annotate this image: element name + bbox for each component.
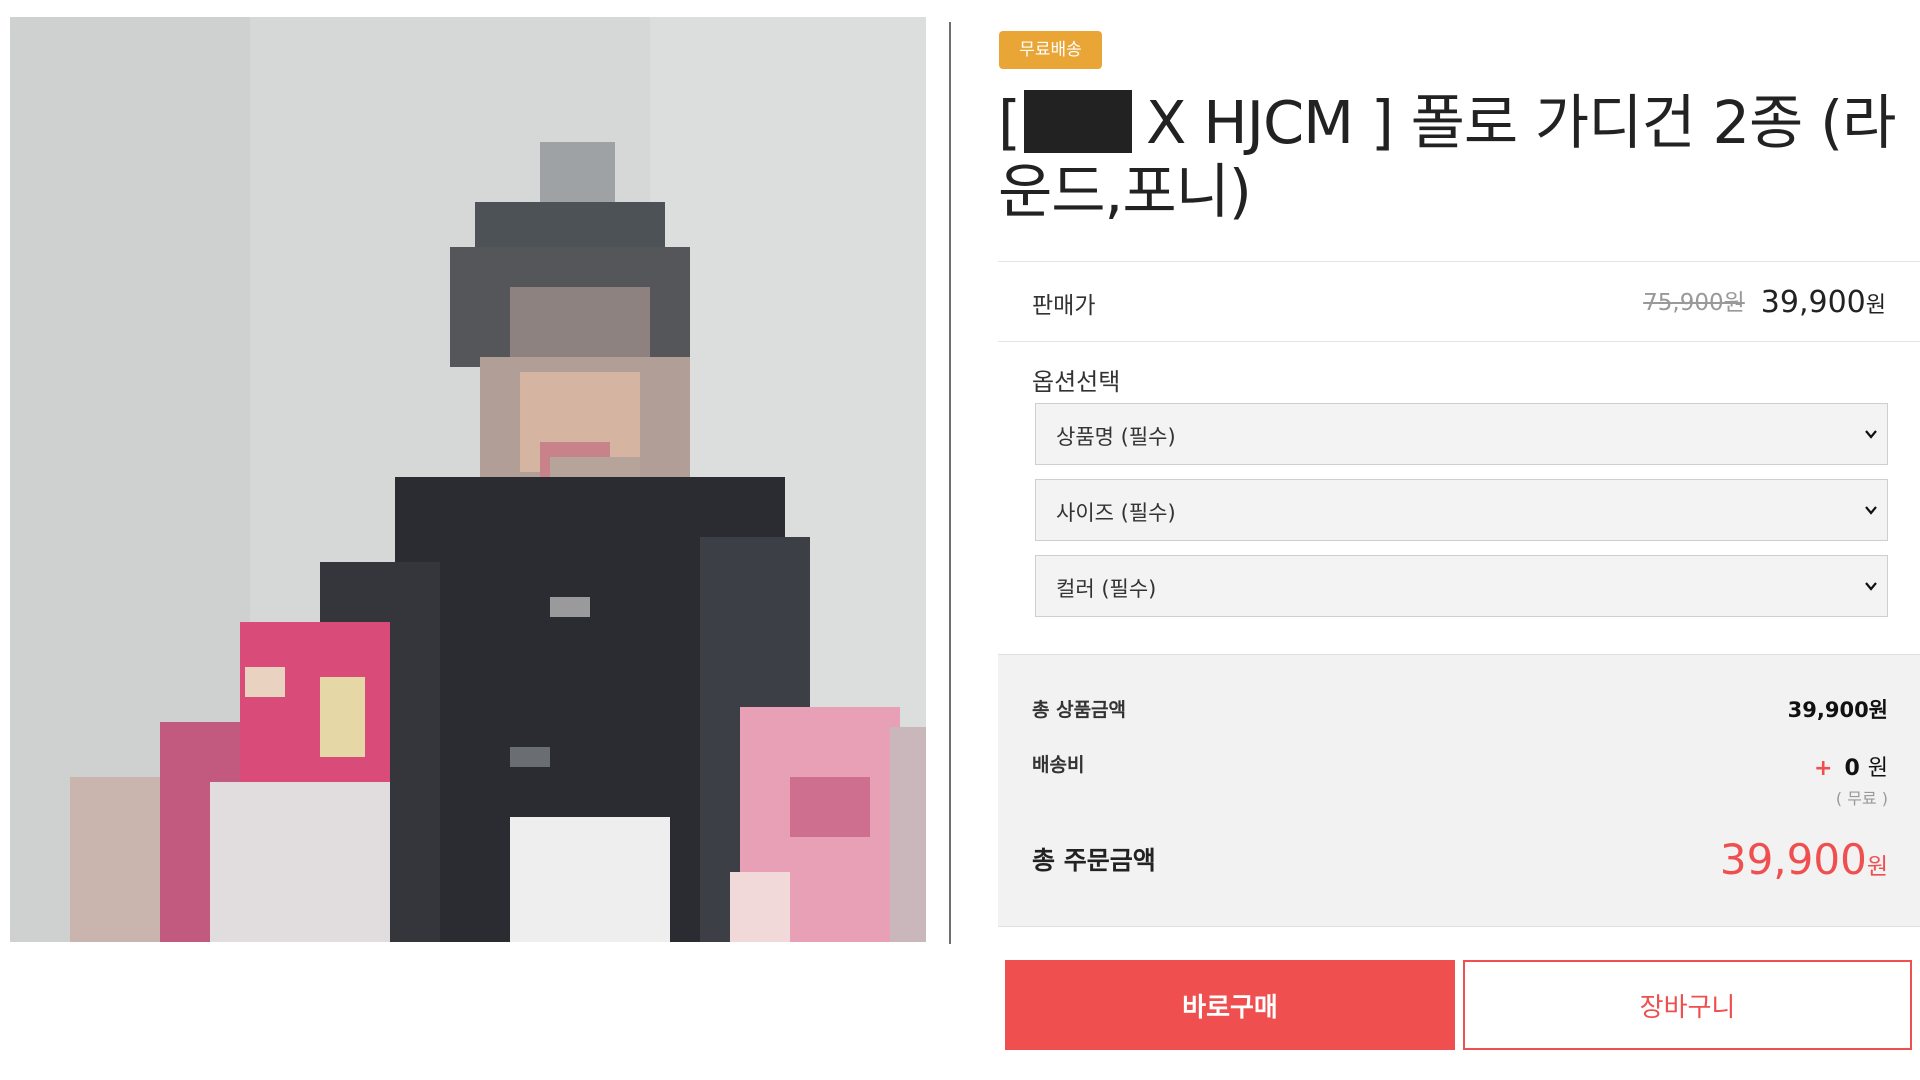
chevron-down-icon: [1865, 582, 1877, 591]
product-title: [X HJCM ] 폴로 가디건 2종 (라운드,포니): [998, 88, 1913, 226]
buy-now-button[interactable]: 바로구매: [1005, 960, 1455, 1050]
sale-price-unit: 원: [1865, 293, 1886, 318]
product-info-panel: 무료배송 [X HJCM ] 폴로 가디건 2종 (라운드,포니) 판매가 75…: [998, 0, 1920, 1080]
select-value: 사이즈 (필수): [1056, 501, 1176, 525]
vertical-divider: [949, 22, 951, 944]
divider: [998, 261, 1920, 262]
order-total-amount: 39,900: [1719, 835, 1867, 884]
plus-icon: +: [1814, 756, 1833, 781]
price-row: 75,900원 39,900원: [1643, 283, 1886, 320]
chevron-down-icon: [1865, 430, 1877, 439]
option-select-title: 옵션선택: [1032, 368, 1121, 396]
shipping-unit: 원: [1867, 756, 1888, 781]
sale-price: 39,900: [1760, 285, 1866, 320]
divider: [998, 341, 1920, 342]
original-price: 75,900원: [1643, 290, 1745, 316]
order-total-label: 총 주문금액: [1032, 846, 1156, 875]
shipping-value: +0 원: [1814, 750, 1888, 782]
order-summary: 총 상품금액 39,900원 배송비 +0 원 ( 무료 ) 총 주문금액 39,…: [998, 654, 1920, 927]
price-label: 판매가: [1032, 293, 1096, 319]
add-to-cart-button[interactable]: 장바구니: [1463, 960, 1912, 1050]
product-photo-pixelated: [10, 17, 926, 942]
title-bracket: [: [998, 88, 1021, 157]
order-total-unit: 원: [1866, 854, 1888, 880]
shipping-amount: 0: [1844, 756, 1860, 781]
product-name-select[interactable]: 상품명 (필수): [1035, 403, 1888, 465]
product-total-label: 총 상품금액: [1032, 699, 1127, 721]
free-shipping-badge: 무료배송: [999, 31, 1102, 69]
order-total-value: 39,900원: [1720, 835, 1888, 884]
shipping-label: 배송비: [1032, 754, 1085, 776]
shipping-free-note: ( 무료 ): [1835, 789, 1888, 808]
product-total-value: 39,900원: [1787, 698, 1888, 722]
size-select[interactable]: 사이즈 (필수): [1035, 479, 1888, 541]
color-select[interactable]: 컬러 (필수): [1035, 555, 1888, 617]
chevron-down-icon: [1865, 506, 1877, 515]
title-text: X HJCM ] 폴로 가디건 2종 (라운드,포니): [998, 88, 1896, 226]
select-value: 컬러 (필수): [1056, 577, 1157, 601]
product-image[interactable]: [10, 17, 926, 942]
select-value: 상품명 (필수): [1056, 425, 1176, 449]
brand-redaction: [1024, 90, 1133, 153]
